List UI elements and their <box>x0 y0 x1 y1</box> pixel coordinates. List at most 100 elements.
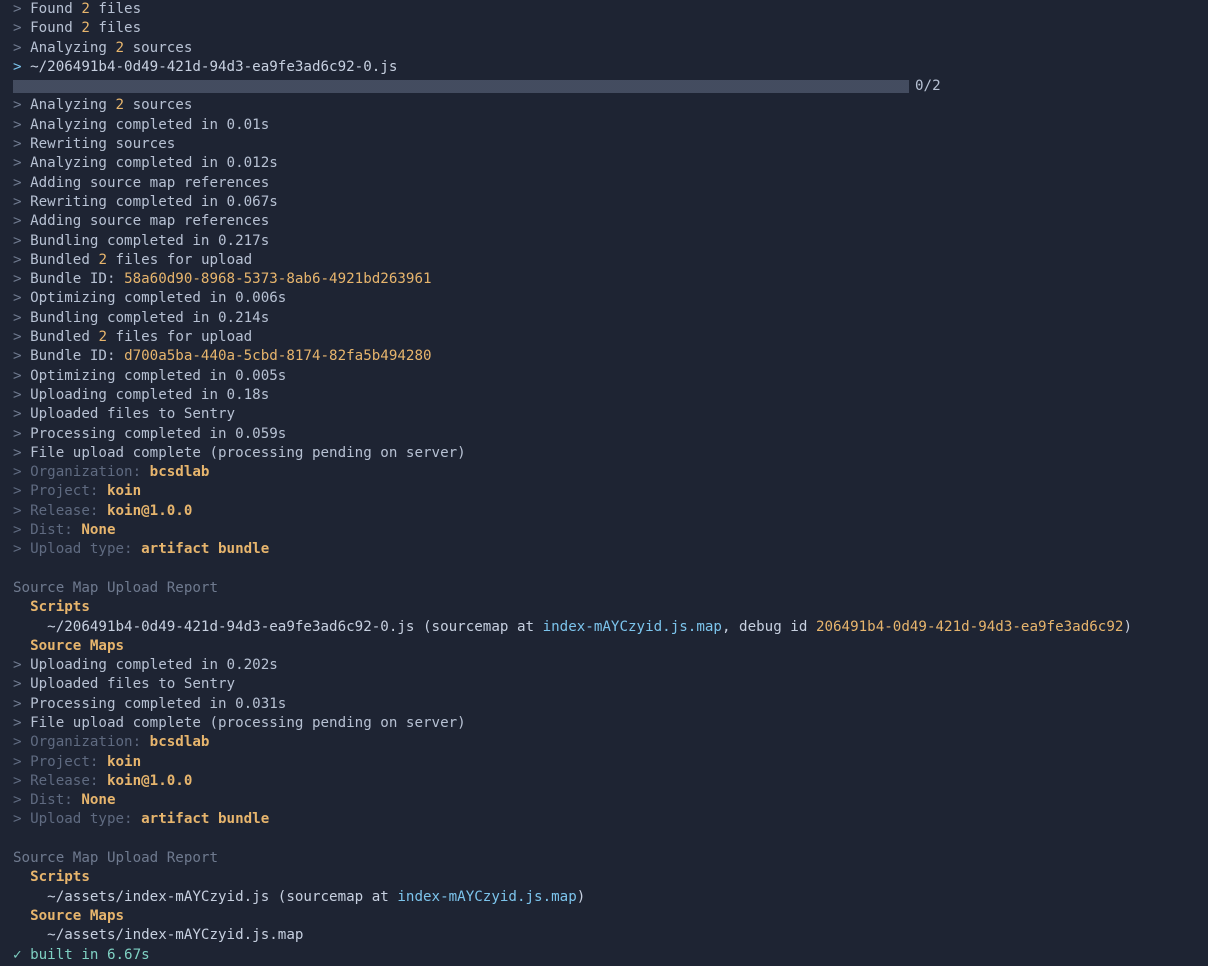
sourcemap-link: index-mAYCzyid.js.map <box>542 618 722 635</box>
log-text: Found <box>30 1 82 17</box>
build-success-message: ✓ built in 6.67s <box>13 946 150 963</box>
number-highlight: 2 <box>81 20 90 37</box>
prompt-chevron: > <box>13 271 31 288</box>
log-line: > Uploading completed in 0.18s <box>13 386 1208 405</box>
active-prompt: > <box>13 58 31 75</box>
prompt-chevron: > <box>13 676 31 693</box>
log-line: > Found 2 files <box>13 19 1208 38</box>
log-line: > Bundled 2 files for upload <box>13 328 1208 347</box>
prompt-chevron: > <box>13 155 31 172</box>
file-path: ~/assets/index-mAYCzyid.js.map <box>13 927 304 944</box>
log-line: > Upload type: artifact bundle <box>13 540 1208 559</box>
file-path: ~/206491b4-0d49-421d-94d3-ea9fe3ad6c92-0… <box>30 58 398 75</box>
progress-count: 0/2 <box>915 78 941 95</box>
log-line: > Processing completed in 0.031s <box>13 695 1208 714</box>
log-text: Optimizing completed in 0.006s <box>30 290 287 307</box>
log-text: Adding source map references <box>30 174 270 191</box>
value-highlight: koin@1.0.0 <box>106 772 193 789</box>
log-text: Optimizing completed in 0.005s <box>30 367 287 384</box>
dim-label: > Organization: <box>13 734 150 751</box>
log-line: > File upload complete (processing pendi… <box>13 714 1208 733</box>
sourcemap-link: index-mAYCzyid.js.map <box>397 888 577 905</box>
log-text: Uploaded files to Sentry <box>30 406 236 423</box>
dim-label: > Project: <box>13 483 107 500</box>
log-line: Scripts <box>13 598 1208 617</box>
value-highlight: koin <box>106 753 142 770</box>
log-text: Adding source map references <box>30 213 270 230</box>
number-highlight: 2 <box>98 251 107 268</box>
log-line: > Organization: bcsdlab <box>13 463 1208 482</box>
log-line: Source Maps <box>13 907 1208 926</box>
log-text: Bundled <box>30 329 99 346</box>
log-text: files for upload <box>106 251 253 268</box>
log-text: Analyzing completed in 0.012s <box>30 155 278 172</box>
progress-bar <box>13 80 909 94</box>
log-line: > File upload complete (processing pendi… <box>13 444 1208 463</box>
log-text: Analyzing <box>30 39 116 56</box>
prompt-chevron: > <box>13 39 31 56</box>
report-heading: Source Map Upload Report <box>13 850 218 867</box>
log-text: files <box>89 1 142 17</box>
log-line: > Upload type: artifact bundle <box>13 810 1208 829</box>
prompt-chevron: > <box>13 444 31 461</box>
log-text: Bundling completed in 0.217s <box>30 232 270 249</box>
number-highlight: 2 <box>98 329 107 346</box>
log-text: files for upload <box>106 329 253 346</box>
number-highlight: 2 <box>115 97 125 114</box>
log-line: > Analyzing completed in 0.01s <box>13 116 1208 135</box>
prompt-chevron: > <box>13 695 31 712</box>
dim-label: > Organization: <box>13 464 150 481</box>
log-line: > Organization: bcsdlab <box>13 733 1208 752</box>
terminal-output: > Found 2 files > Found 2 files > Analyzin… <box>0 0 1208 966</box>
log-text: Analyzing completed in 0.01s <box>30 116 270 133</box>
id-highlight: 58a60d90-8968-5373-8ab6-4921bd263961 <box>124 271 432 288</box>
file-path: ~/206491b4-0d49-421d-94d3-ea9fe3ad6c92-0… <box>13 618 543 635</box>
dim-label: > Project: <box>13 753 107 770</box>
progress-line: 0/2 <box>13 77 1208 96</box>
value-highlight: bcsdlab <box>149 734 210 751</box>
section-label: Scripts <box>13 599 90 616</box>
log-line: > Adding source map references <box>13 212 1208 231</box>
log-text: Processing completed in 0.031s <box>30 695 287 712</box>
log-text: Bundle ID: <box>30 271 125 288</box>
prompt-chevron: > <box>13 367 31 384</box>
prompt-chevron: > <box>13 213 31 230</box>
log-line: Source Maps <box>13 637 1208 656</box>
dim-label: > Dist: <box>13 792 82 809</box>
dim-label: > Dist: <box>13 522 82 539</box>
log-line: > Dist: None <box>13 521 1208 540</box>
log-line: ~/assets/index-mAYCzyid.js (sourcemap at… <box>13 888 1208 907</box>
log-text: Uploaded files to Sentry <box>30 676 236 693</box>
log-line: > Found 2 files <box>13 0 1208 19</box>
log-line: Source Map Upload Report <box>13 579 1208 598</box>
log-text: Processing completed in 0.059s <box>30 425 287 442</box>
log-line: > Rewriting completed in 0.067s <box>13 193 1208 212</box>
prompt-chevron: > <box>13 251 31 268</box>
value-highlight: koin@1.0.0 <box>106 502 193 519</box>
log-text: Bundle ID: <box>30 348 125 365</box>
log-text: File upload complete (processing pending… <box>30 714 466 731</box>
file-path: ) <box>1123 618 1132 635</box>
log-line: ~/206491b4-0d49-421d-94d3-ea9fe3ad6c92-0… <box>13 618 1208 637</box>
dim-label: > Release: <box>13 502 107 519</box>
log-line: > Release: koin@1.0.0 <box>13 502 1208 521</box>
id-highlight: d700a5ba-440a-5cbd-8174-82fa5b494280 <box>124 348 432 365</box>
log-text: sources <box>124 39 193 56</box>
prompt-chevron: > <box>13 290 31 307</box>
prompt-chevron: > <box>13 329 31 346</box>
log-line: Scripts <box>13 868 1208 887</box>
log-line: > Adding source map references <box>13 174 1208 193</box>
section-label: Source Maps <box>13 907 125 924</box>
log-line: > Bundled 2 files for upload <box>13 251 1208 270</box>
section-label: Source Maps <box>13 637 125 654</box>
value-highlight: artifact bundle <box>141 541 270 558</box>
log-text: sources <box>124 97 193 114</box>
section-label: Scripts <box>13 869 90 886</box>
number-highlight: 2 <box>115 39 125 56</box>
log-line: > Bundle ID: 58a60d90-8968-5373-8ab6-492… <box>13 270 1208 289</box>
log-line: > Release: koin@1.0.0 <box>13 772 1208 791</box>
log-text: files <box>89 20 142 37</box>
dim-label: > Upload type: <box>13 811 142 828</box>
